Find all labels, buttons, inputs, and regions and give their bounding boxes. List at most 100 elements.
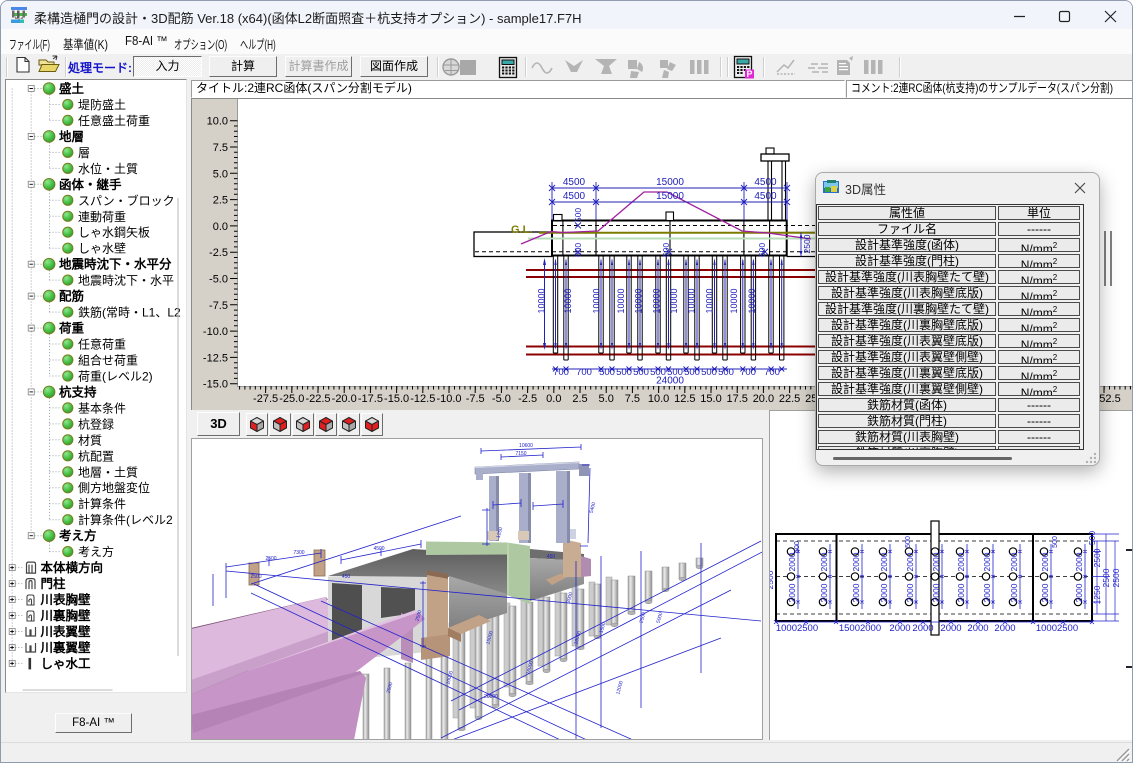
svg-text:2500: 2500 (802, 234, 812, 253)
svg-text:盛土: 盛土 (59, 81, 85, 96)
svg-text:5000: 5000 (656, 611, 665, 624)
svg-text:4500: 4500 (754, 191, 777, 202)
svg-text:2000: 2000 (905, 552, 915, 571)
svg-text:12000: 12000 (615, 680, 624, 695)
svg-text:10000: 10000 (704, 288, 714, 313)
svg-text:7.5: 7.5 (625, 393, 640, 405)
svg-text:15000: 15000 (656, 191, 684, 202)
svg-text:2000: 2000 (940, 623, 961, 634)
svg-text:連動荷重: 連動荷重 (78, 210, 126, 224)
svg-text:10000: 10000 (563, 288, 573, 313)
svg-text:計算条件(レベル2: 計算条件(レベル2 (78, 512, 173, 527)
svg-text:配筋: 配筋 (59, 289, 85, 304)
svg-text:2000: 2000 (1040, 552, 1050, 571)
svg-text:24000: 24000 (656, 376, 684, 387)
svg-text:側方地盤変位: 側方地盤変位 (78, 480, 150, 495)
svg-text:2000: 2000 (1009, 583, 1019, 602)
svg-text:門柱: 門柱 (41, 576, 67, 591)
svg-text:500: 500 (1087, 531, 1097, 545)
svg-text:450: 450 (547, 554, 556, 560)
svg-text:2000: 2000 (879, 583, 889, 602)
svg-text:-25.0: -25.0 (279, 393, 304, 405)
svg-text:10000: 10000 (669, 288, 679, 313)
svg-text:2.5: 2.5 (213, 195, 228, 207)
svg-text:-12.5: -12.5 (410, 393, 435, 405)
svg-text:10.0: 10.0 (648, 393, 669, 405)
svg-text:2000: 2000 (879, 552, 889, 571)
svg-text:2000: 2000 (982, 552, 992, 571)
svg-text:G.L.: G.L. (511, 224, 532, 236)
svg-text:-10.0: -10.0 (436, 393, 461, 405)
svg-text:10000: 10000 (634, 288, 644, 313)
svg-text:-5.0: -5.0 (492, 393, 511, 405)
svg-text:-27.5: -27.5 (253, 393, 278, 405)
svg-text:2000: 2000 (956, 552, 966, 571)
svg-text:2000: 2000 (1040, 583, 1050, 602)
svg-text:5.0: 5.0 (213, 168, 228, 180)
svg-text:10002500: 10002500 (776, 623, 818, 634)
svg-text:杭登録: 杭登録 (78, 416, 114, 431)
svg-text:-2.5: -2.5 (209, 247, 228, 259)
svg-text:20.0: 20.0 (753, 393, 774, 405)
svg-text:しゃ水鋼矢板: しゃ水鋼矢板 (78, 226, 150, 240)
svg-text:地層・土質: 地層・土質 (78, 464, 138, 479)
svg-text:12.5: 12.5 (674, 393, 695, 405)
svg-text:10.0: 10.0 (207, 116, 228, 128)
svg-text:杭支持: 杭支持 (59, 384, 97, 399)
svg-text:-15.0: -15.0 (384, 393, 409, 405)
svg-text:任意荷重: 任意荷重 (78, 337, 126, 352)
svg-text:600: 600 (757, 243, 767, 257)
svg-text:しゃ水工: しゃ水工 (41, 656, 92, 671)
svg-text:-12.5: -12.5 (203, 352, 228, 364)
svg-text:2500: 2500 (1101, 568, 1111, 587)
svg-text:500: 500 (633, 367, 649, 378)
svg-text:2000: 2000 (1009, 552, 1019, 571)
svg-text:500: 500 (701, 367, 717, 378)
svg-text:川裏胸壁: 川裏胸壁 (40, 608, 92, 623)
svg-text:2000: 2000 (889, 623, 910, 634)
svg-text:2000: 2000 (994, 623, 1015, 634)
svg-text:2000: 2000 (819, 552, 829, 571)
svg-text:スパン・ブロック: スパン・ブロック (78, 193, 175, 208)
svg-text:450: 450 (342, 574, 351, 580)
svg-text:層: 層 (78, 146, 90, 160)
svg-text:考え方: 考え方 (78, 544, 114, 559)
svg-text:500: 500 (599, 367, 615, 378)
svg-text:杭配置: 杭配置 (78, 448, 114, 463)
svg-text:500: 500 (616, 367, 632, 378)
svg-text:2000: 2000 (982, 583, 992, 602)
svg-text:10000: 10000 (651, 288, 661, 313)
svg-text:22.5: 22.5 (779, 393, 800, 405)
svg-text:地層: 地層 (59, 129, 84, 144)
svg-text:2000: 2000 (787, 552, 797, 571)
svg-text:堤防盛土: 堤防盛土 (78, 97, 126, 112)
svg-text:考え方: 考え方 (59, 528, 97, 543)
svg-text:0.0: 0.0 (546, 393, 561, 405)
svg-text:2000: 2000 (912, 623, 933, 634)
svg-text:20000: 20000 (484, 694, 498, 700)
svg-text:4500: 4500 (754, 177, 777, 188)
svg-text:函体・継手: 函体・継手 (59, 177, 122, 192)
svg-text:0.0: 0.0 (213, 221, 228, 233)
svg-text:2500: 2500 (265, 556, 276, 562)
svg-text:4500: 4500 (373, 546, 384, 552)
svg-text:-10.0: -10.0 (203, 326, 228, 338)
svg-text:10000: 10000 (687, 288, 697, 313)
svg-text:10002500: 10002500 (1036, 623, 1078, 634)
svg-text:-7.5: -7.5 (209, 300, 228, 312)
svg-text:2000: 2000 (1074, 583, 1084, 602)
svg-text:任意盛土荷重: 任意盛土荷重 (78, 113, 150, 128)
svg-text:500: 500 (684, 367, 700, 378)
svg-text:10000: 10000 (591, 288, 601, 313)
svg-text:2000: 2000 (931, 583, 941, 602)
svg-text:地震時沈下・水平: 地震時沈下・水平 (78, 273, 174, 288)
svg-text:-17.5: -17.5 (358, 393, 383, 405)
svg-text:15002000: 15002000 (839, 623, 881, 634)
svg-text:2.5: 2.5 (572, 393, 587, 405)
svg-text:2000: 2000 (956, 583, 966, 602)
svg-text:2000: 2000 (787, 583, 797, 602)
svg-text:荷重: 荷重 (58, 321, 85, 336)
svg-text:計算条件: 計算条件 (78, 496, 126, 511)
svg-text:2000: 2000 (931, 552, 941, 571)
svg-text:2000: 2000 (967, 623, 988, 634)
